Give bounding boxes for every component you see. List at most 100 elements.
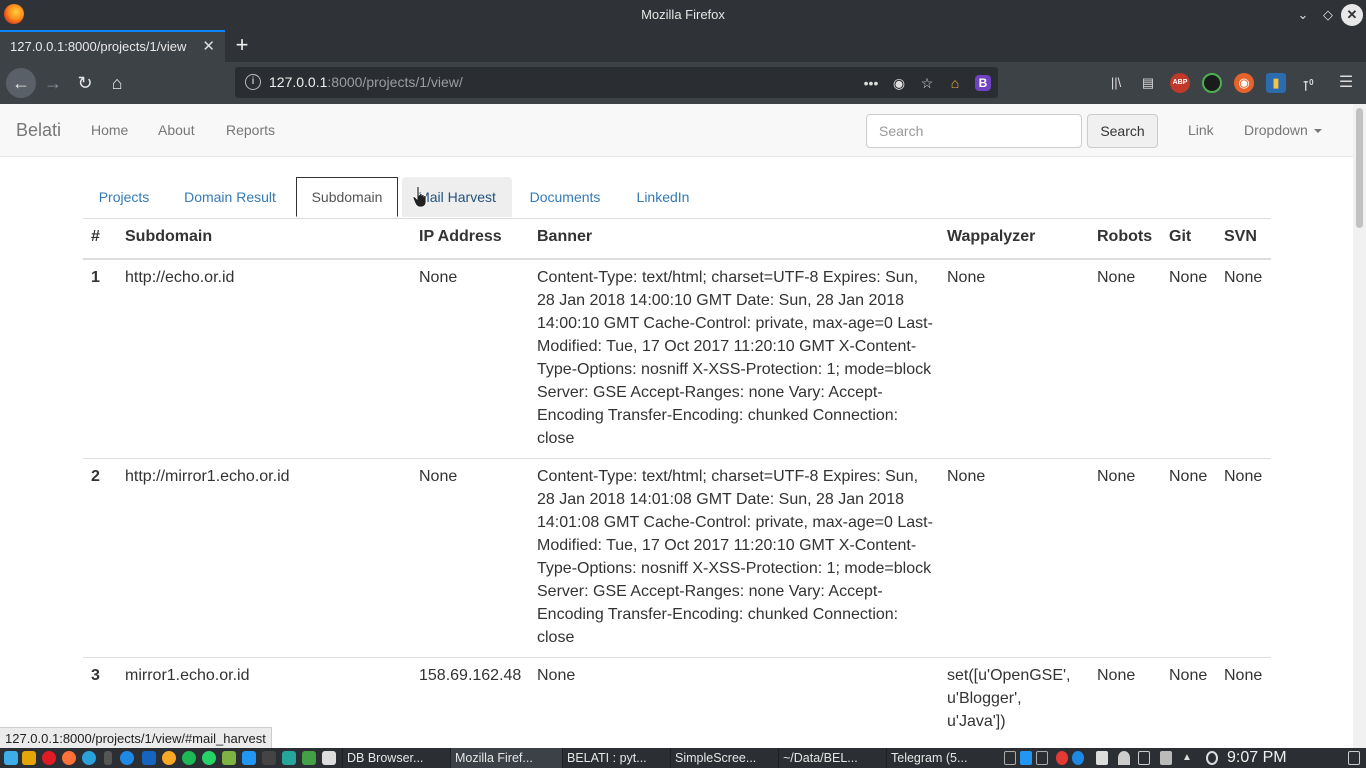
column-header: IP Address [419, 228, 502, 245]
show-desktop-icon[interactable] [1348, 751, 1360, 765]
browser-tab-title: 127.0.0.1:8000/projects/1/view [10, 39, 187, 54]
task-simplescreenrecorder[interactable]: SimpleScree... [670, 748, 778, 768]
nav-home-link[interactable]: Home [91, 122, 128, 138]
result-tabs: Projects Domain Result Subdomain Mail Ha… [83, 177, 1271, 219]
search-button[interactable]: Search [1087, 114, 1158, 148]
task-firefox[interactable]: Mozilla Firef... [450, 748, 562, 768]
spotify-icon[interactable] [182, 751, 196, 765]
url-bar[interactable]: i 127.0.0.1:8000/projects/1/view/ ••• ◉ … [235, 67, 998, 98]
scrollbar-thumb[interactable] [1356, 108, 1363, 228]
terminal-launcher-icon[interactable] [222, 751, 236, 765]
home-icon[interactable]: ⌂ [104, 70, 130, 96]
tab-domain-result[interactable]: Domain Result [171, 177, 289, 217]
nav-dropdown[interactable]: Dropdown [1244, 122, 1322, 138]
color-picker-icon[interactable] [1202, 73, 1222, 93]
banner-cell: Content-Type: text/html; charset=UTF-8 E… [537, 468, 933, 646]
site-navbar: Belati Home About Reports Search Link Dr… [0, 104, 1353, 157]
new-tab-icon[interactable]: + [230, 32, 254, 58]
wifi-icon[interactable] [1118, 751, 1130, 765]
tray-icon[interactable] [1056, 751, 1068, 765]
maximize-icon[interactable]: ◇ [1317, 4, 1339, 26]
svn-cell: None [1224, 667, 1263, 684]
column-header: Wappalyzer [947, 228, 1036, 245]
tray-icon[interactable] [1020, 751, 1032, 765]
tab-subdomain[interactable]: Subdomain [296, 177, 398, 217]
close-window-icon[interactable]: ✕ [1341, 4, 1363, 26]
clock[interactable]: 9:07 PM [1227, 748, 1287, 768]
task-file-manager[interactable]: ~/Data/BEL... [778, 748, 886, 768]
close-tab-icon[interactable]: ✕ [202, 37, 215, 55]
row-number: 2 [91, 468, 100, 485]
code-icon[interactable] [282, 751, 296, 765]
nav-reports-link[interactable]: Reports [226, 122, 275, 138]
browser-launcher-icon[interactable] [120, 751, 134, 765]
nav-link[interactable]: Link [1188, 122, 1214, 138]
editor-launcher-icon[interactable] [142, 751, 156, 765]
app-launcher-icon[interactable] [4, 751, 18, 765]
banner-cell: Content-Type: text/html; charset=UTF-8 E… [537, 269, 933, 447]
telegram-launcher-icon[interactable] [82, 751, 96, 765]
git-cell: None [1169, 269, 1208, 286]
nav-about-link[interactable]: About [158, 122, 195, 138]
url-text[interactable]: 127.0.0.1:8000/projects/1/view/ [269, 74, 463, 90]
chevron-down-icon [1313, 129, 1322, 134]
back-arrow-icon[interactable]: ← [6, 68, 36, 98]
hand-cursor-icon [413, 186, 427, 208]
tray-icon[interactable] [1036, 751, 1048, 765]
app-launcher-icon-2[interactable] [162, 751, 176, 765]
bootstrap-extension-icon[interactable]: B [975, 75, 991, 91]
extension-badge-icon[interactable]: ⊺0 [1298, 73, 1318, 93]
search-input[interactable] [866, 114, 1082, 148]
wappalyzer-cell: set([u'OpenGSE', u'Blogger', u'Java']) [947, 667, 1071, 730]
row-divider [83, 458, 1271, 459]
stats-icon[interactable]: ▮ [1266, 73, 1286, 93]
tab-projects[interactable]: Projects [85, 177, 163, 217]
pocket-icon[interactable]: ◉ [889, 73, 909, 93]
chevron-up-icon[interactable]: ▲ [1182, 751, 1194, 765]
extension-fox-icon[interactable]: ◉ [1234, 73, 1254, 93]
monitor-icon[interactable] [302, 751, 316, 765]
console-icon[interactable] [262, 751, 276, 765]
adblock-plus-icon[interactable]: ABP [1170, 73, 1190, 93]
files-icon[interactable] [22, 751, 36, 765]
column-header: # [91, 228, 100, 245]
robots-cell: None [1097, 468, 1136, 485]
site-info-icon[interactable]: i [245, 74, 261, 90]
tab-linkedin[interactable]: LinkedIn [625, 177, 701, 217]
whatsapp-icon[interactable] [202, 751, 216, 765]
nav-dropdown-label: Dropdown [1244, 122, 1308, 138]
library-icon[interactable]: ||\ [1106, 73, 1126, 93]
svn-cell: None [1224, 468, 1263, 485]
hamburger-menu-icon[interactable]: ☰ [1336, 73, 1356, 93]
page-scrollbar[interactable] [1353, 104, 1366, 748]
task-belati-terminal[interactable]: BELATI : pyt... [562, 748, 670, 768]
window-title: Mozilla Firefox [641, 7, 725, 22]
tray-icon[interactable] [1072, 751, 1084, 765]
minimize-icon[interactable]: ⌄ [1292, 4, 1314, 26]
clipboard-icon[interactable] [1160, 751, 1172, 765]
home-extension-icon[interactable]: ⌂ [945, 73, 965, 93]
sidebar-icon[interactable]: ▤ [1138, 73, 1158, 93]
page-actions-icon[interactable]: ••• [861, 73, 881, 93]
reload-icon[interactable]: ↻ [72, 70, 98, 96]
row-divider [83, 657, 1271, 658]
network-icon[interactable] [1138, 751, 1150, 765]
opera-icon[interactable] [42, 751, 56, 765]
brand-link[interactable]: Belati [16, 120, 61, 141]
volume-icon[interactable] [1096, 751, 1108, 765]
bookmark-star-icon[interactable]: ☆ [917, 73, 937, 93]
git-cell: None [1169, 667, 1208, 684]
tray-icon[interactable] [1004, 751, 1016, 765]
separator-icon [104, 751, 112, 765]
browser-tab[interactable]: 127.0.0.1:8000/projects/1/view ✕ [0, 30, 225, 62]
power-icon[interactable] [1206, 751, 1218, 765]
task-telegram[interactable]: Telegram (5... [886, 748, 998, 768]
status-url-tooltip: 127.0.0.1:8000/projects/1/view/#mail_har… [0, 727, 272, 749]
document-icon[interactable] [322, 751, 336, 765]
system-taskbar: DB Browser... Mozilla Firef... BELATI : … [0, 748, 1366, 768]
tab-documents[interactable]: Documents [520, 177, 610, 217]
forward-arrow-icon[interactable]: → [40, 70, 66, 96]
task-db-browser[interactable]: DB Browser... [342, 748, 450, 768]
folder-icon[interactable] [242, 751, 256, 765]
firefox-launcher-icon[interactable] [62, 751, 76, 765]
